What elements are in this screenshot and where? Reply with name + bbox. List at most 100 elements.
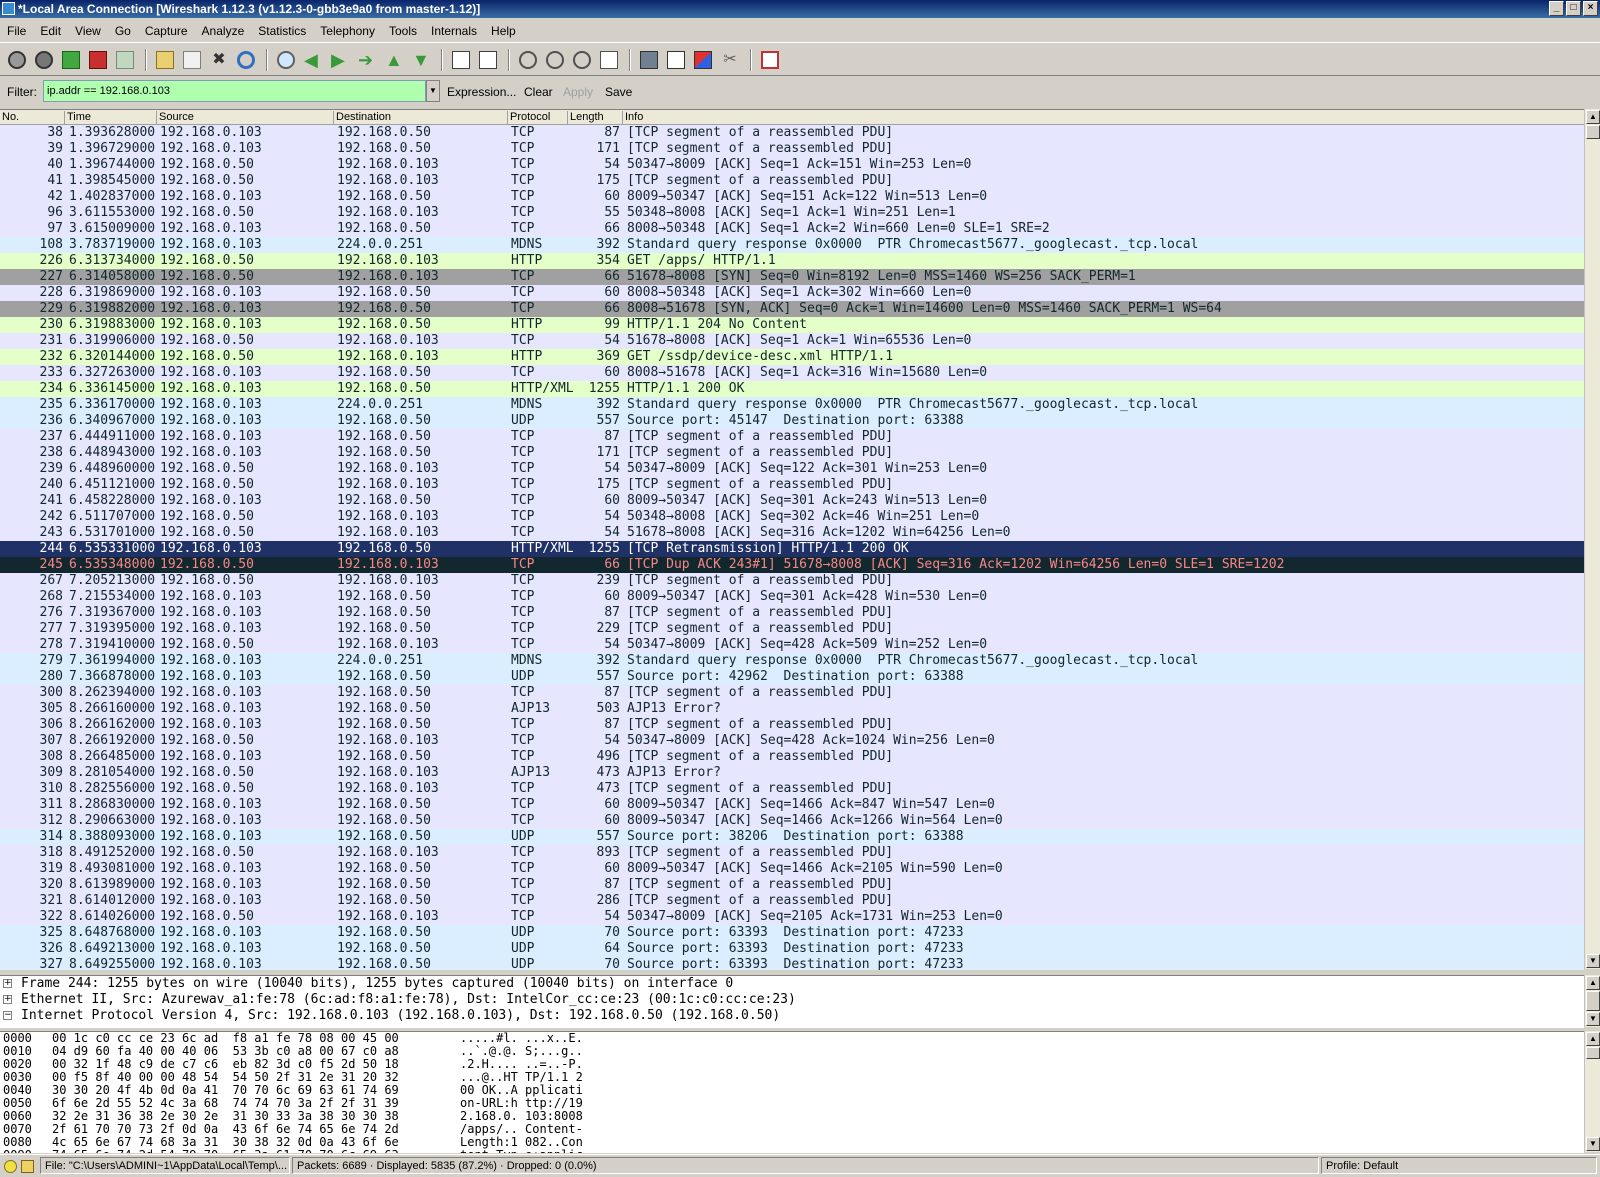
menu-internals[interactable]: Internals [424,21,484,41]
reload-icon[interactable] [237,51,255,69]
packet-row[interactable]: 232 6.320144000 192.168.0.50 192.168.0.103 H… [0,349,1584,365]
resize-columns-icon[interactable] [600,51,618,69]
packet-row[interactable]: 242 6.511707000 192.168.0.50 192.168.0.103 T… [0,509,1584,525]
capture-comment-icon[interactable] [21,1160,34,1173]
apply-button[interactable]: Apply [563,85,593,99]
packet-row[interactable]: 231 6.319906000 192.168.0.50 192.168.0.103 T… [0,333,1584,349]
capture-filters-icon[interactable] [640,51,658,69]
packet-row[interactable]: 320 8.613989000 192.168.0.103 192.168.0.50 T… [0,877,1584,893]
packet-row[interactable]: 40 1.396744000 192.168.0.50 192.168.0.103 TC… [0,157,1584,173]
packet-row[interactable]: 321 8.614012000 192.168.0.103 192.168.0.50 T… [0,893,1584,909]
scroll-down-arrow-icon[interactable]: ▼ [1586,954,1600,968]
packet-row[interactable]: 325 8.648768000 192.168.0.103 192.168.0.50 U… [0,925,1584,941]
details-scrollbar[interactable]: ▲ ▼ [1584,975,1600,1027]
menu-capture[interactable]: Capture [138,21,195,41]
go-to-packet-icon[interactable]: ➔ [358,51,376,69]
scroll-up-arrow-icon[interactable]: ▲ [1586,1032,1600,1046]
packet-row[interactable]: 300 8.262394000 192.168.0.103 192.168.0.50 T… [0,685,1584,701]
capture-options-icon[interactable] [35,51,53,69]
help-icon[interactable] [761,51,779,69]
packet-row[interactable]: 96 3.611553000 192.168.0.50 192.168.0.103 TC… [0,205,1584,221]
packet-row[interactable]: 326 8.649213000 192.168.0.103 192.168.0.50 U… [0,941,1584,957]
packet-row[interactable]: 228 6.319869000 192.168.0.103 192.168.0.50 T… [0,285,1584,301]
packet-row[interactable]: 314 8.388093000 192.168.0.103 192.168.0.50 U… [0,829,1584,845]
bytes-scrollbar[interactable]: ▲ ▼ [1584,1031,1600,1152]
menu-go[interactable]: Go [108,21,138,41]
minimize-button[interactable]: _ [1549,1,1564,16]
packet-row[interactable]: 280 7.366878000 192.168.0.103 192.168.0.50 U… [0,669,1584,685]
packet-row[interactable]: 236 6.340967000 192.168.0.103 192.168.0.50 U… [0,413,1584,429]
packet-row[interactable]: 319 8.493081000 192.168.0.103 192.168.0.50 T… [0,861,1584,877]
column-header-destination[interactable]: Destination [333,111,391,124]
scroll-thumb[interactable] [1586,125,1600,139]
packet-details-pane[interactable]: + Frame 244: 1255 bytes on wire (10040 bi… [0,975,1584,1028]
column-header-protocol[interactable]: Protocol [507,111,550,124]
packet-list-pane[interactable]: No. Time Source Destination Protocol Len… [0,109,1584,970]
detail-tree-item[interactable]: − Internet Protocol Version 4, Src: 192.1… [0,1008,1584,1024]
scroll-thumb[interactable] [1586,991,1600,1011]
stop-capture-icon[interactable] [89,51,107,69]
maximize-button[interactable]: □ [1566,1,1581,16]
packet-row[interactable]: 42 1.402837000 192.168.0.103 192.168.0.50 TC… [0,189,1584,205]
packet-row[interactable]: 312 8.290663000 192.168.0.103 192.168.0.50 T… [0,813,1584,829]
filter-dropdown-button[interactable]: ▼ [426,80,440,102]
column-header-length[interactable]: Length [567,111,604,124]
packet-row[interactable]: 310 8.282556000 192.168.0.50 192.168.0.103 T… [0,781,1584,797]
expression-button[interactable]: Expression... [447,85,516,99]
go-back-icon[interactable]: ◀ [304,51,322,69]
packet-row[interactable]: 318 8.491252000 192.168.0.50 192.168.0.103 T… [0,845,1584,861]
column-header-no[interactable]: No. [0,111,19,124]
display-filter-input[interactable]: ip.addr == 192.168.0.103 [43,80,426,102]
expert-info-icon[interactable] [4,1160,17,1173]
menu-analyze[interactable]: Analyze [195,21,252,41]
packet-row[interactable]: 240 6.451121000 192.168.0.50 192.168.0.103 T… [0,477,1584,493]
scroll-down-arrow-icon[interactable]: ▼ [1586,1137,1600,1151]
menu-file[interactable]: File [0,21,33,41]
packet-row[interactable]: 327 8.649255000 192.168.0.103 192.168.0.50 U… [0,957,1584,970]
packet-row[interactable]: 308 8.266485000 192.168.0.103 192.168.0.50 T… [0,749,1584,765]
packet-row[interactable]: 307 8.266192000 192.168.0.50 192.168.0.103 T… [0,733,1584,749]
coloring-rules-icon[interactable] [694,51,712,69]
packet-row[interactable]: 235 6.336170000 192.168.0.103 224.0.0.251 MD… [0,397,1584,413]
packet-row[interactable]: 97 3.615009000 192.168.0.103 192.168.0.50 TC… [0,221,1584,237]
menu-help[interactable]: Help [484,21,523,41]
menu-statistics[interactable]: Statistics [251,21,313,41]
packet-row[interactable]: 309 8.281054000 192.168.0.50 192.168.0.103 A… [0,765,1584,781]
packet-row[interactable]: 238 6.448943000 192.168.0.103 192.168.0.50 T… [0,445,1584,461]
menu-tools[interactable]: Tools [382,21,424,41]
packet-row[interactable]: 234 6.336145000 192.168.0.103 192.168.0.50 H… [0,381,1584,397]
scroll-thumb[interactable] [1586,1047,1600,1059]
packet-row[interactable]: 322 8.614026000 192.168.0.50 192.168.0.103 T… [0,909,1584,925]
normal-size-icon[interactable] [573,51,591,69]
packet-bytes-pane[interactable]: 0000 00 1c c0 cc ce 23 6c ad f8 a1 fe 78 … [0,1031,1584,1153]
first-packet-icon[interactable]: ▲ [385,51,403,69]
packet-row[interactable]: 237 6.444911000 192.168.0.103 192.168.0.50 T… [0,429,1584,445]
column-header-time[interactable]: Time [64,111,91,124]
menu-telephony[interactable]: Telephony [313,21,382,41]
packet-row[interactable]: 305 8.266160000 192.168.0.103 192.168.0.50 A… [0,701,1584,717]
go-forward-icon[interactable]: ▶ [331,51,349,69]
close-button[interactable]: × [1583,1,1598,16]
packet-row[interactable]: 279 7.361994000 192.168.0.103 224.0.0.251 MD… [0,653,1584,669]
packet-row[interactable]: 226 6.313734000 192.168.0.50 192.168.0.103 H… [0,253,1584,269]
display-filters-icon[interactable] [667,51,685,69]
expand-toggle-icon[interactable]: − [3,1011,12,1020]
last-packet-icon[interactable]: ▼ [412,51,430,69]
packet-row[interactable]: 276 7.319367000 192.168.0.103 192.168.0.50 T… [0,605,1584,621]
detail-tree-item[interactable]: + Ethernet II, Src: Azurewav_a1:fe:78 (6c… [0,992,1584,1008]
packet-row[interactable]: 233 6.327263000 192.168.0.103 192.168.0.50 T… [0,365,1584,381]
packet-row[interactable]: 278 7.319410000 192.168.0.50 192.168.0.103 T… [0,637,1584,653]
menu-view[interactable]: View [68,21,108,41]
restart-capture-icon[interactable] [116,51,134,69]
column-header-source[interactable]: Source [156,111,194,124]
menu-edit[interactable]: Edit [33,21,68,41]
start-capture-icon[interactable] [62,51,80,69]
zoom-in-icon[interactable] [519,51,537,69]
preferences-icon[interactable]: ✂ [721,51,739,69]
detail-tree-item[interactable]: + Frame 244: 1255 bytes on wire (10040 bi… [0,976,1584,992]
expand-toggle-icon[interactable]: + [3,995,12,1004]
packet-row[interactable]: 38 1.393628000 192.168.0.103 192.168.0.50 TC… [0,125,1584,141]
find-packet-icon[interactable] [277,51,295,69]
packet-row[interactable]: 230 6.319883000 192.168.0.103 192.168.0.50 H… [0,317,1584,333]
packet-row[interactable]: 41 1.398545000 192.168.0.50 192.168.0.103 TC… [0,173,1584,189]
